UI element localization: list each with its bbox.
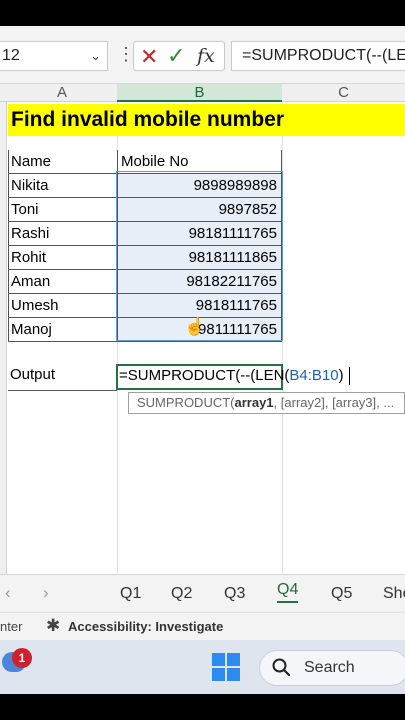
taskbar-search[interactable]: Search xyxy=(259,650,405,686)
sheet-tab-q4[interactable]: Q4 xyxy=(277,581,299,603)
bottom-letterbox xyxy=(0,694,405,720)
status-bar: nter ✱ Accessibility: Investigate xyxy=(0,612,405,640)
chevron-down-icon[interactable]: ⌄ xyxy=(90,48,101,64)
mobile-cell[interactable]: 9897852 xyxy=(117,198,282,222)
sheet-title: Find invalid mobile number xyxy=(11,108,285,131)
function-tooltip[interactable]: SUMPRODUCT(array1, [array2], [array3], .… xyxy=(128,392,405,414)
output-label[interactable]: Output xyxy=(10,366,55,383)
name-box-value: 12 xyxy=(2,47,20,64)
sheet-tab-q5[interactable]: Q5 xyxy=(331,585,352,603)
row-header-strip xyxy=(0,102,7,574)
name-cell[interactable]: Manoj xyxy=(8,318,117,342)
tooltip-function[interactable]: SUMPRODUCT( xyxy=(137,395,235,410)
accessibility-icon[interactable]: ✱ xyxy=(46,616,60,636)
name-cell[interactable]: Umesh xyxy=(8,294,117,318)
mobile-cell[interactable]: 98181111765 xyxy=(117,222,282,246)
sheet-tab-q1[interactable]: Q1 xyxy=(120,585,141,603)
chevron-right-icon[interactable]: › xyxy=(43,583,49,603)
search-icon xyxy=(272,658,290,676)
formula-prefix: =SUMPRODUCT(--(LEN( xyxy=(119,367,290,384)
tooltip-arg-current: array1 xyxy=(234,395,274,410)
spreadsheet-grid[interactable]: A B C Find invalid mobile number Name Mo… xyxy=(0,84,405,574)
search-label: Search xyxy=(304,659,355,676)
mouse-pointer-icon: ☝ xyxy=(184,317,206,336)
sheet-tab-q3[interactable]: Q3 xyxy=(224,585,245,603)
sheet-tab-bar: ‹ › Q1 Q2 Q3 Q4 Q5 She xyxy=(0,574,405,612)
top-letterbox xyxy=(0,0,405,26)
name-cell[interactable]: Nikita xyxy=(8,174,117,198)
notification-badge: 1 xyxy=(12,648,32,668)
formula-text: =SUMPRODUCT(--(LEN xyxy=(242,47,405,64)
name-cell[interactable]: Rashi xyxy=(8,222,117,246)
formula-actions: ✕ ✓ fx xyxy=(133,41,225,71)
name-box[interactable]: 12 ⌄ xyxy=(0,41,108,71)
text-caret xyxy=(349,367,350,385)
gridline xyxy=(282,102,283,574)
status-mode: nter xyxy=(0,619,23,634)
cancel-icon[interactable]: ✕ xyxy=(140,44,158,70)
mobile-cell[interactable]: 9898989898 xyxy=(117,174,282,198)
name-cell[interactable]: Rohit xyxy=(8,246,117,270)
mobile-cell[interactable]: 98181111865 xyxy=(117,246,282,270)
chevron-left-icon[interactable]: ‹ xyxy=(5,583,11,603)
windows-start-icon[interactable] xyxy=(212,653,241,682)
mobile-cell[interactable]: 98182211765 xyxy=(117,270,282,294)
header-name-cell[interactable]: Name xyxy=(8,150,117,174)
cell-formula-text: =SUMPRODUCT(--(LEN(B4:B10) xyxy=(119,367,344,384)
windows-taskbar: 1 Search xyxy=(0,640,405,694)
tooltip-args-rest: , [array2], [array3], ... xyxy=(273,395,395,410)
column-header-b[interactable]: B xyxy=(117,84,282,102)
insert-function-icon[interactable]: fx xyxy=(197,45,215,67)
column-header-row: A B C xyxy=(0,84,405,102)
column-header-c[interactable]: C xyxy=(282,84,405,102)
name-cell[interactable]: Aman xyxy=(8,270,117,294)
check-icon[interactable]: ✓ xyxy=(167,43,185,69)
column-header-a[interactable]: A xyxy=(7,84,117,102)
sheet-tab-more[interactable]: She xyxy=(383,585,405,603)
header-mobile-cell[interactable]: Mobile No xyxy=(117,150,282,174)
name-cell[interactable]: Toni xyxy=(8,198,117,222)
range-reference: B4:B10 xyxy=(289,367,339,384)
accessibility-status[interactable]: Accessibility: Investigate xyxy=(68,619,223,634)
formula-input[interactable]: =SUMPRODUCT(--(LEN xyxy=(231,41,405,71)
output-border xyxy=(8,390,117,391)
formula-suffix: ) xyxy=(338,367,344,384)
sheet-tab-q2[interactable]: Q2 xyxy=(171,585,192,603)
mobile-cell[interactable]: 9818111765 xyxy=(117,294,282,318)
